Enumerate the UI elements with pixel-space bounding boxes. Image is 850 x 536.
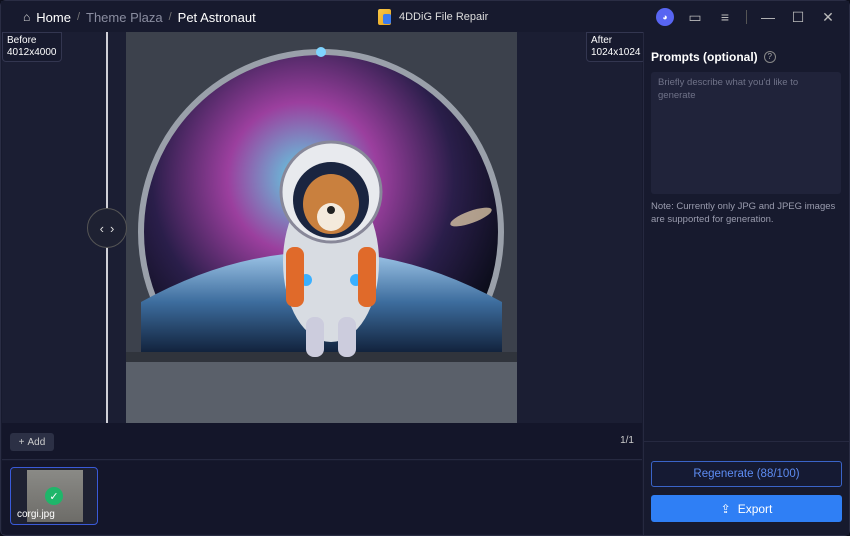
result-image <box>126 32 517 423</box>
before-label: Before 4012x4000 <box>2 32 62 62</box>
plus-icon: + <box>18 436 25 448</box>
menu-icon[interactable]: ≡ <box>716 8 734 26</box>
compare-slider-handle[interactable]: ‹ › <box>87 208 127 248</box>
export-label: Export <box>737 501 773 516</box>
close-icon[interactable]: ✕ <box>819 8 837 26</box>
chevron-right-icon: › <box>110 220 115 236</box>
add-label: Add <box>27 436 46 448</box>
breadcrumb-home[interactable]: Home <box>36 10 71 25</box>
regenerate-button[interactable]: Regenerate (88/100) <box>651 461 842 487</box>
help-icon[interactable]: ? <box>763 51 776 63</box>
app-window: ⌂ Home / Theme Plaza / Pet Astronaut 4DD… <box>0 0 850 536</box>
upload-icon: ⇪ <box>720 501 731 516</box>
compare-canvas: Before 4012x4000 After 1024x1024 ‹ › <box>2 32 646 423</box>
chevron-left-icon: ‹ <box>99 220 104 236</box>
home-icon[interactable]: ⌂ <box>23 10 30 25</box>
prompt-panel: Prompts (optional) ? Note: Currently onl… <box>643 32 849 535</box>
feedback-icon[interactable]: ▭ <box>686 8 704 26</box>
thumbnail-strip: ✓ corgi.jpg <box>2 461 642 534</box>
check-icon: ✓ <box>45 487 63 505</box>
format-note: Note: Currently only JPG and JPEG images… <box>651 201 836 225</box>
prompts-title: Prompts (optional) <box>651 50 758 64</box>
page-count: 1/1 <box>620 435 634 446</box>
breadcrumb: ⌂ Home / Theme Plaza / Pet Astronaut <box>23 10 256 25</box>
after-label-text: After <box>591 35 613 46</box>
divider <box>644 441 849 442</box>
discord-icon[interactable]: ◕ <box>656 8 674 26</box>
divider <box>746 10 747 24</box>
window-controls: ◕ ▭ ≡ — ☐ ✕ <box>656 8 837 26</box>
breadcrumb-separator: / <box>76 11 80 23</box>
prompt-input[interactable] <box>651 72 841 194</box>
breadcrumb-current: Pet Astronaut <box>177 10 256 25</box>
after-label: After 1024x1024 <box>586 32 646 62</box>
breadcrumb-separator: / <box>168 11 172 23</box>
maximize-icon[interactable]: ☐ <box>789 8 807 26</box>
image-toolbar: + Add 1/1 <box>2 423 642 460</box>
after-size: 1024x1024 <box>591 47 641 58</box>
thumbnail-item[interactable]: ✓ corgi.jpg <box>10 467 98 525</box>
thumbnail-name: corgi.jpg <box>17 509 55 520</box>
title-bar: ⌂ Home / Theme Plaza / Pet Astronaut 4DD… <box>1 1 849 33</box>
add-button[interactable]: + Add <box>10 433 54 451</box>
breadcrumb-theme-plaza[interactable]: Theme Plaza <box>86 10 163 25</box>
prompts-heading: Prompts (optional) ? <box>651 50 776 64</box>
minimize-icon[interactable]: — <box>759 8 777 26</box>
app-title-text: 4DDiG File Repair <box>399 11 489 23</box>
export-button[interactable]: ⇪ Export <box>651 495 842 522</box>
before-size: 4012x4000 <box>7 47 57 58</box>
astronaut-dog-image <box>126 32 517 423</box>
app-title: 4DDiG File Repair <box>378 9 488 25</box>
app-logo-icon <box>378 9 391 25</box>
before-label-text: Before <box>7 35 37 46</box>
